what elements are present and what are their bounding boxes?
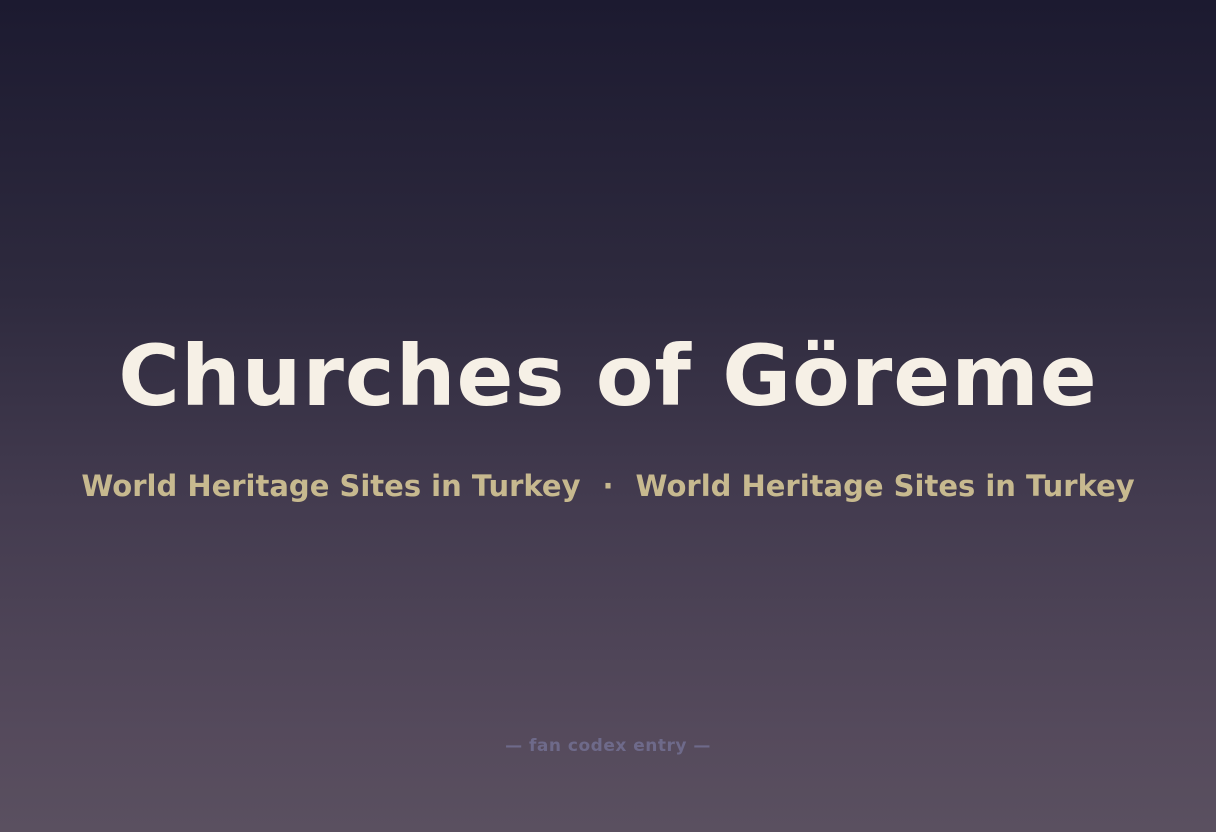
subtitle-separator: · (602, 469, 614, 503)
subtitle: World Heritage Sites in Turkey · World Her… (0, 467, 1216, 505)
subtitle-category-right: World Heritage Sites in Turkey (635, 469, 1135, 503)
subtitle-category-left: World Heritage Sites in Turkey (81, 469, 581, 503)
page-title: Churches of Göreme (118, 327, 1098, 425)
footer-caption: — fan codex entry — (505, 736, 711, 756)
